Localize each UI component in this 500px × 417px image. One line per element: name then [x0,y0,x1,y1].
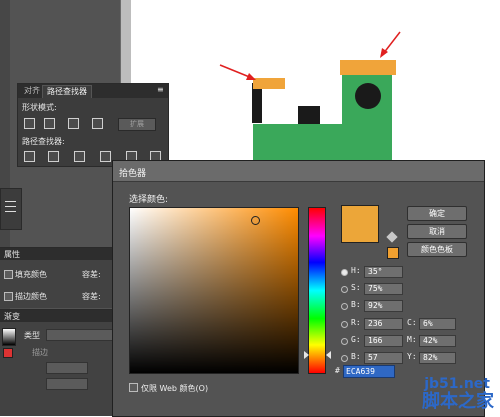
menu-line [5,211,16,212]
green-label: G: [351,335,361,344]
color-field-cursor[interactable] [251,216,260,225]
web-only-checkbox[interactable] [129,383,138,392]
crop-icon[interactable] [100,151,111,162]
color-field[interactable] [129,207,299,374]
expand-button[interactable]: 扩展 [118,118,156,131]
hue-label: H: [351,266,361,275]
cyan-field[interactable]: 6% [419,318,456,330]
type-label: 类型 [24,331,40,340]
fill-tolerance-label: 容差: [82,270,101,279]
yellow-field[interactable]: 82% [419,352,456,364]
fill-stroke-icon[interactable] [3,348,13,358]
menu-line [5,201,16,202]
blue-label: B: [351,352,361,361]
attributes-panel: 属性 填充颜色 容差: 描边颜色 容差: [0,247,120,308]
watermark-name: 脚本之家 [422,391,494,412]
type-select[interactable] [46,329,118,341]
radio-green[interactable] [341,338,348,345]
pathfinder-panel: 对齐 路径查找器 ≡ 形状模式: 扩展 路径查找器: [17,83,169,167]
panel-menu-icon[interactable]: ≡ [157,85,164,94]
new-color-swatch [341,205,379,243]
divide-icon[interactable] [24,151,35,162]
blue-field[interactable]: 57 [364,352,403,364]
tab-pathfinder[interactable]: 路径查找器 [42,85,92,98]
aspect-field[interactable] [46,378,88,390]
attributes-title: 属性 [4,250,20,259]
merge-icon[interactable] [74,151,85,162]
magenta-field[interactable]: 42% [419,335,456,347]
arrow-head-icon [246,73,256,80]
radio-hue[interactable] [341,269,348,276]
brightness-field[interactable]: 92% [364,300,403,312]
angle-field[interactable] [46,362,88,374]
cabin-roof [340,60,396,75]
yellow-label: Y: [407,352,417,361]
magenta-label: M: [407,335,417,344]
saturation-label: S: [351,283,361,292]
tab-align[interactable]: 对齐 [20,85,44,97]
fill-checkbox[interactable] [4,270,13,279]
gradient-panel: 渐变 类型 描边 [0,309,120,416]
dialog-title: 拾色器 [119,169,147,179]
minus-front-icon[interactable] [44,118,55,129]
select-color-label: 选择颜色: [129,195,169,205]
dialog-title-bar[interactable]: 拾色器 [113,161,484,182]
fill-label: 填充颜色 [15,270,47,279]
websafe-cube-icon[interactable] [386,231,398,243]
cancel-button[interactable]: 取消 [407,224,467,239]
train-block [298,106,320,124]
websafe-color-swatch[interactable] [387,247,399,259]
green-field[interactable]: 166 [364,335,403,347]
hex-field[interactable]: ECA639 [343,365,395,378]
attributes-panel-header: 属性 [0,248,120,260]
radio-brightness[interactable] [341,303,348,310]
brightness-label: B: [351,300,361,309]
hue-field[interactable]: 35° [364,266,403,278]
collapsed-panel[interactable] [0,188,22,230]
train-illustration [219,31,401,169]
exclude-icon[interactable] [92,118,103,129]
gradient-swatch[interactable] [2,328,16,346]
color-swatches-button[interactable]: 颜色色板 [407,242,467,257]
radio-red[interactable] [341,321,348,328]
red-field[interactable]: 236 [364,318,403,330]
trim-icon[interactable] [48,151,59,162]
hex-prefix: # [335,366,340,375]
pathfinders-label: 路径查找器: [22,137,65,146]
cyan-label: C: [407,318,417,327]
shape-modes-label: 形状模式: [22,103,57,112]
stroke-label: 描边 [32,348,48,357]
radio-blue[interactable] [341,355,348,362]
radio-saturation[interactable] [341,286,348,293]
menu-line [5,206,16,207]
saturation-field[interactable]: 75% [364,283,403,295]
hue-slider[interactable] [308,207,326,374]
hue-slider-right-arrow-icon[interactable] [326,351,331,359]
stroke-tolerance-label: 容差: [82,292,101,301]
gradient-panel-header: 渐变 [0,310,120,322]
chimney-cap [253,78,285,89]
intersect-icon[interactable] [68,118,79,129]
unite-icon[interactable] [24,118,35,129]
gradient-title: 渐变 [4,312,20,321]
stroke-label: 描边颜色 [15,292,47,301]
cabin-window [355,83,381,109]
ok-button[interactable]: 确定 [407,206,467,221]
hue-slider-left-arrow-icon[interactable] [304,351,309,359]
web-only-label: 仅限 Web 颜色(O) [141,384,209,393]
panel-tabs: 对齐 路径查找器 ≡ [18,84,168,98]
stroke-checkbox[interactable] [4,292,13,301]
arrow-line [219,64,253,79]
red-label: R: [351,318,361,327]
